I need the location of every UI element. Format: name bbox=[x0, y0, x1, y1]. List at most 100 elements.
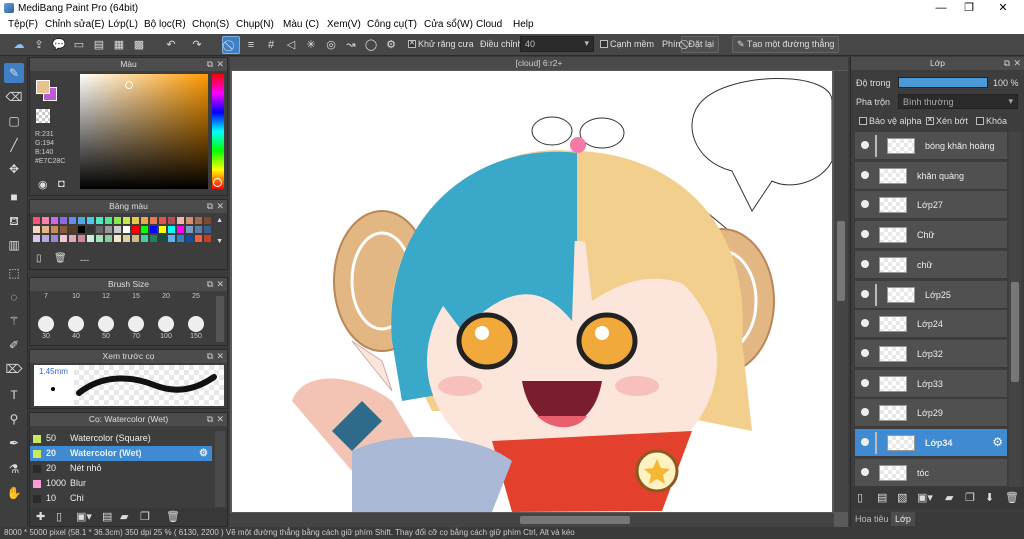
palette-swatch[interactable] bbox=[69, 235, 76, 242]
palette-swatch[interactable] bbox=[195, 235, 202, 242]
shape-tool-icon[interactable]: ▢ bbox=[4, 111, 24, 131]
brush-settings-icon[interactable]: ▤ bbox=[102, 510, 112, 523]
palette-swatch[interactable] bbox=[105, 217, 112, 224]
duplicate-brush-icon[interactable]: ❐ bbox=[140, 510, 150, 523]
palette-swatch[interactable] bbox=[123, 226, 130, 233]
antialias-checkbox[interactable]: Khử răng cưa bbox=[408, 39, 474, 49]
visibility-icon[interactable] bbox=[861, 467, 869, 476]
maximize-button[interactable]: ❐ bbox=[952, 0, 986, 17]
move-tool-icon[interactable]: ✥ bbox=[4, 159, 24, 179]
palette-swatch[interactable] bbox=[123, 235, 130, 242]
smooth-edge-checkbox[interactable]: Cạnh mềm bbox=[600, 39, 654, 49]
grid-icon[interactable]: ▩ bbox=[130, 36, 148, 54]
brush-menu-icon[interactable]: ▣▾ bbox=[76, 510, 92, 523]
speech-bubble-icon[interactable]: 💬 bbox=[50, 36, 68, 54]
close-icon[interactable]: ✕ bbox=[216, 278, 224, 291]
palette-swatch[interactable] bbox=[114, 226, 121, 233]
comic-icon[interactable]: ▭ bbox=[70, 36, 88, 54]
palette-swatch[interactable] bbox=[105, 235, 112, 242]
snap-settings-icon[interactable]: ⚙ bbox=[382, 36, 400, 54]
primary-color-swatch[interactable] bbox=[36, 80, 50, 94]
palette-swatch[interactable] bbox=[204, 235, 211, 242]
palette-swatch[interactable] bbox=[132, 217, 139, 224]
layer-row[interactable]: Lớp29 bbox=[855, 399, 1007, 428]
palette-swatch[interactable] bbox=[141, 226, 148, 233]
operation-tool-icon[interactable]: ⚲ bbox=[4, 409, 24, 429]
brush-list-scrollbar[interactable] bbox=[215, 431, 225, 507]
reset-button[interactable]: ⃠ Đặt lại bbox=[681, 36, 720, 53]
palette-swatch[interactable] bbox=[150, 235, 157, 242]
palette-swatch[interactable] bbox=[123, 217, 130, 224]
layer-row[interactable]: Chữ bbox=[855, 221, 1007, 250]
divide-tool-icon[interactable]: ✒ bbox=[4, 433, 24, 453]
visibility-icon[interactable] bbox=[861, 230, 869, 239]
palette-swatch[interactable] bbox=[87, 226, 94, 233]
brush-size-option[interactable]: 70 bbox=[122, 316, 150, 344]
palette-swatch[interactable] bbox=[150, 226, 157, 233]
layer-row[interactable]: Lớp25 bbox=[855, 280, 1007, 309]
brush-list-item[interactable]: 20 Watercolor (Wet) ⚙ bbox=[30, 446, 212, 461]
layer-row[interactable]: khăn quàng bbox=[855, 161, 1007, 190]
close-icon[interactable]: ✕ bbox=[216, 58, 224, 71]
palette-swatch[interactable] bbox=[78, 226, 85, 233]
layer-row[interactable]: Lớp24 bbox=[855, 310, 1007, 339]
delete-brush-icon[interactable]: 🗑 bbox=[166, 510, 180, 523]
delete-palette-icon[interactable]: 🗑 bbox=[54, 253, 67, 264]
menu-view[interactable]: Xem(V) bbox=[327, 19, 361, 30]
menu-help[interactable]: Help bbox=[513, 19, 534, 30]
menu-window[interactable]: Cửa sổ(W) bbox=[424, 19, 473, 30]
menu-tools[interactable]: Công cụ(T) bbox=[367, 19, 417, 30]
layer-row[interactable]: Lớp34 ⚙ bbox=[855, 429, 1007, 457]
blend-select[interactable]: Bình thường ▾ bbox=[898, 94, 1018, 109]
palette-swatch[interactable] bbox=[87, 235, 94, 242]
snap-circle-icon[interactable]: ◎ bbox=[322, 36, 340, 54]
menu-filter[interactable]: Bộ lọc(R) bbox=[144, 19, 186, 30]
palette-swatch[interactable] bbox=[96, 217, 103, 224]
popout-icon[interactable]: ⧉ bbox=[207, 278, 213, 291]
palette-swatch[interactable] bbox=[159, 235, 166, 242]
eyedropper-tool-icon[interactable]: ⚗ bbox=[4, 459, 24, 479]
palette-swatch[interactable] bbox=[168, 235, 175, 242]
close-icon[interactable]: ✕ bbox=[216, 350, 224, 363]
horizontal-scroll-thumb[interactable] bbox=[520, 516, 630, 524]
palette-swatch[interactable] bbox=[114, 235, 121, 242]
saturation-value-picker[interactable] bbox=[80, 74, 208, 189]
palette-swatch[interactable] bbox=[51, 217, 58, 224]
palette-swatch[interactable] bbox=[186, 235, 193, 242]
snap-parallel-icon[interactable]: ≡ bbox=[242, 36, 260, 54]
folder-icon[interactable]: ▰ bbox=[120, 510, 128, 523]
palette-swatch[interactable] bbox=[69, 226, 76, 233]
panel-grid-icon[interactable]: ▦ bbox=[110, 36, 128, 54]
layer-row[interactable]: Lớp32 bbox=[855, 339, 1007, 368]
palette-swatch[interactable] bbox=[105, 226, 112, 233]
close-icon[interactable]: ✕ bbox=[216, 413, 224, 426]
duplicate-layer-icon[interactable]: ❐ bbox=[965, 491, 975, 504]
bucket-tool-icon[interactable]: ⛾ bbox=[4, 211, 24, 231]
palette-swatch[interactable] bbox=[141, 217, 148, 224]
palette-swatch[interactable] bbox=[195, 217, 202, 224]
palette-swatch[interactable] bbox=[96, 235, 103, 242]
brush-size-option[interactable]: 40 bbox=[62, 316, 90, 344]
menu-capture[interactable]: Chụp(N) bbox=[236, 19, 274, 30]
tab-navigator[interactable]: Hoa tiêu bbox=[855, 514, 889, 524]
palette-swatch[interactable] bbox=[132, 235, 139, 242]
snap-radial-icon[interactable]: ✳ bbox=[302, 36, 320, 54]
menu-select[interactable]: Chọn(S) bbox=[192, 19, 229, 30]
brush-list-item[interactable]: 20 Nét nhỏ bbox=[30, 461, 212, 476]
eraser-tool-icon[interactable]: ⌫ bbox=[4, 87, 24, 107]
select-rect-tool-icon[interactable]: ⬚ bbox=[4, 263, 24, 283]
snap-curve-icon[interactable]: ↝ bbox=[342, 36, 360, 54]
add-brush-icon[interactable]: ✚ bbox=[36, 510, 45, 523]
palette-swatch[interactable] bbox=[60, 235, 67, 242]
text-tool-icon[interactable]: T bbox=[4, 385, 24, 405]
palette-swatch[interactable] bbox=[159, 217, 166, 224]
palette-swatch[interactable] bbox=[69, 217, 76, 224]
palette-swatch[interactable] bbox=[204, 217, 211, 224]
brush-size-option[interactable]: 30 bbox=[32, 316, 60, 344]
document-tab[interactable]: [cloud] 6:r2+ bbox=[230, 57, 848, 70]
vertical-scroll-thumb[interactable] bbox=[837, 221, 845, 301]
palette-swatch[interactable] bbox=[186, 226, 193, 233]
palette-swatch[interactable] bbox=[177, 226, 184, 233]
visibility-icon[interactable] bbox=[861, 378, 869, 387]
popout-icon[interactable]: ⧉ bbox=[207, 58, 213, 71]
